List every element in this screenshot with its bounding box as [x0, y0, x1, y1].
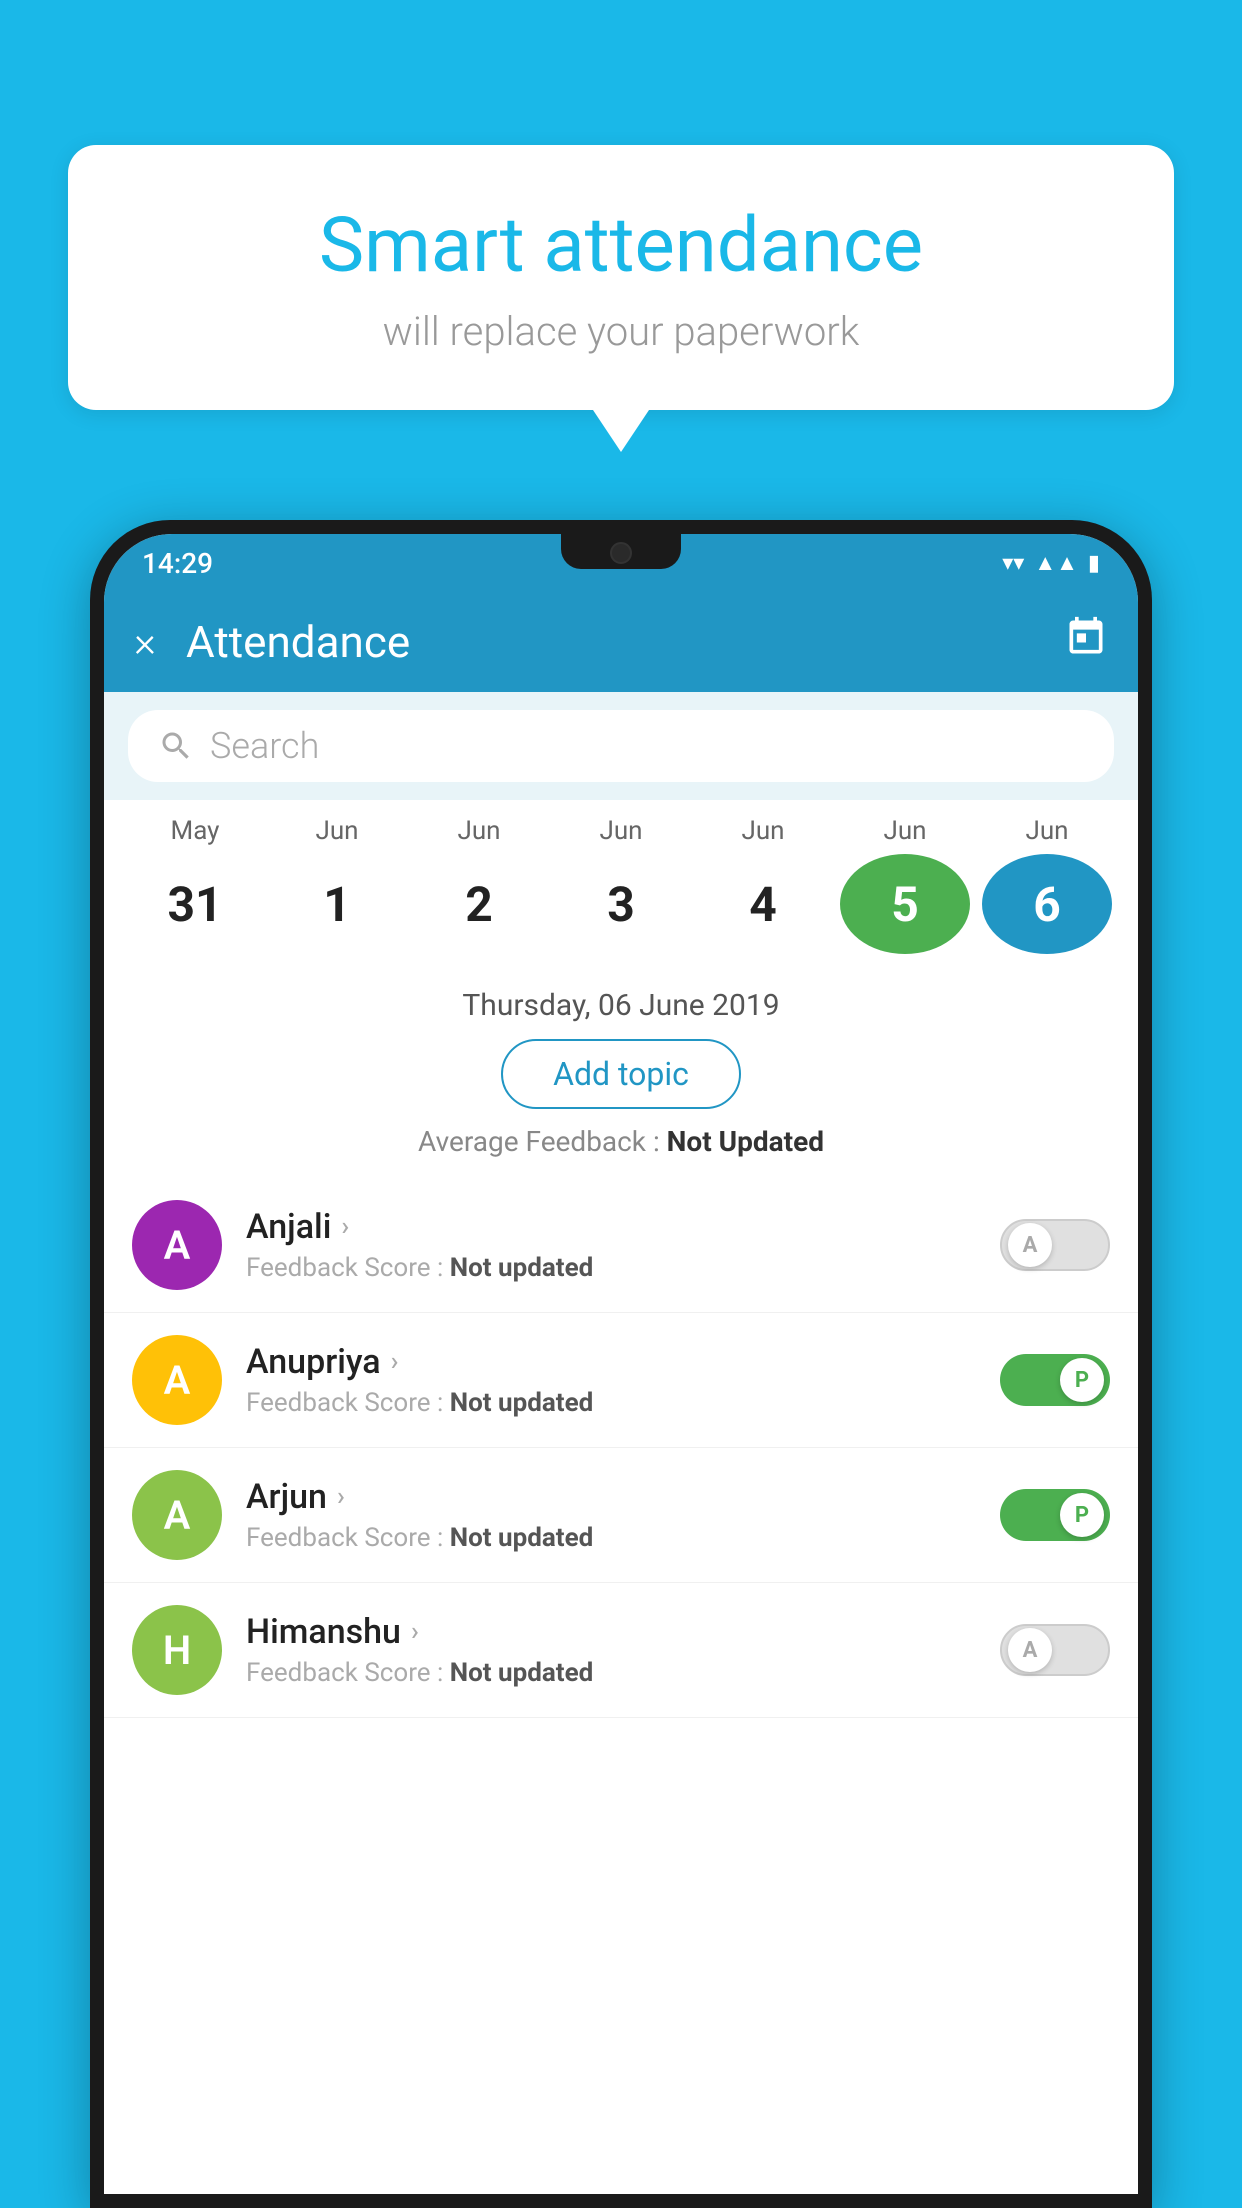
- calendar-icon[interactable]: [1064, 615, 1108, 669]
- avatar-anjali: A: [132, 1200, 222, 1290]
- attendance-toggle-anjali[interactable]: A: [1000, 1219, 1110, 1271]
- app-bar: × Attendance: [104, 592, 1138, 692]
- feedback-value: Not updated: [450, 1388, 594, 1418]
- student-item-arjun[interactable]: A Arjun › Feedback Score : Not updated P: [104, 1448, 1138, 1583]
- search-bar[interactable]: Search: [128, 710, 1114, 782]
- student-name-anjali: Anjali ›: [246, 1207, 1000, 1247]
- attendance-toggle-arjun[interactable]: P: [1000, 1489, 1110, 1541]
- student-list: A Anjali › Feedback Score : Not updated …: [104, 1178, 1138, 2194]
- chevron-icon: ›: [411, 1617, 419, 1647]
- date-5-today[interactable]: 5: [840, 854, 970, 954]
- avg-feedback-label: Average Feedback :: [418, 1125, 667, 1158]
- student-info-himanshu: Himanshu › Feedback Score : Not updated: [246, 1612, 1000, 1688]
- attendance-toggle-himanshu[interactable]: A: [1000, 1624, 1110, 1676]
- student-name-arjun: Arjun ›: [246, 1477, 1000, 1517]
- student-name-himanshu: Himanshu ›: [246, 1612, 1000, 1652]
- search-container: Search: [104, 692, 1138, 800]
- phone-camera: [610, 542, 632, 564]
- avatar-anupriya: A: [132, 1335, 222, 1425]
- bubble-title: Smart attendance: [128, 200, 1114, 290]
- toggle-knob-anupriya: P: [1060, 1358, 1104, 1402]
- feedback-value: Not updated: [450, 1253, 594, 1283]
- search-placeholder: Search: [210, 725, 319, 767]
- toggle-anupriya[interactable]: P: [1000, 1354, 1110, 1406]
- avatar-arjun: A: [132, 1470, 222, 1560]
- status-icons: ▾▾ ▲▲ ▮: [1002, 550, 1100, 576]
- feedback-score-anjali: Feedback Score : Not updated: [246, 1253, 1000, 1283]
- date-6-selected[interactable]: 6: [982, 854, 1112, 954]
- date-1[interactable]: 1: [272, 854, 402, 954]
- month-3: Jun: [556, 816, 686, 846]
- month-0: May: [130, 816, 260, 846]
- month-4: Jun: [698, 816, 828, 846]
- month-2: Jun: [414, 816, 544, 846]
- student-item-anjali[interactable]: A Anjali › Feedback Score : Not updated …: [104, 1178, 1138, 1313]
- feedback-score-arjun: Feedback Score : Not updated: [246, 1523, 1000, 1553]
- avg-feedback: Average Feedback : Not Updated: [104, 1125, 1138, 1168]
- student-item-himanshu[interactable]: H Himanshu › Feedback Score : Not update…: [104, 1583, 1138, 1718]
- chevron-icon: ›: [341, 1212, 349, 1242]
- search-icon: [158, 728, 194, 764]
- student-info-anjali: Anjali › Feedback Score : Not updated: [246, 1207, 1000, 1283]
- calendar-dates: 31 1 2 3 4 5 6: [124, 854, 1118, 954]
- chevron-icon: ›: [337, 1482, 345, 1512]
- feedback-score-anupriya: Feedback Score : Not updated: [246, 1388, 1000, 1418]
- toggle-knob-anjali: A: [1008, 1223, 1052, 1267]
- student-item-anupriya[interactable]: A Anupriya › Feedback Score : Not update…: [104, 1313, 1138, 1448]
- date-3[interactable]: 3: [556, 854, 686, 954]
- feedback-value: Not updated: [450, 1658, 594, 1688]
- toggle-knob-arjun: P: [1060, 1493, 1104, 1537]
- student-name-anupriya: Anupriya ›: [246, 1342, 1000, 1382]
- status-time: 14:29: [142, 547, 213, 580]
- speech-bubble: Smart attendance will replace your paper…: [68, 145, 1174, 410]
- wifi-icon: ▾▾: [1002, 551, 1024, 576]
- avatar-himanshu: H: [132, 1605, 222, 1695]
- month-6: Jun: [982, 816, 1112, 846]
- bubble-subtitle: will replace your paperwork: [128, 308, 1114, 355]
- feedback-score-himanshu: Feedback Score : Not updated: [246, 1658, 1000, 1688]
- add-topic-button[interactable]: Add topic: [501, 1039, 741, 1109]
- date-31[interactable]: 31: [130, 854, 260, 954]
- toggle-himanshu[interactable]: A: [1000, 1624, 1110, 1676]
- feedback-value: Not updated: [450, 1523, 594, 1553]
- date-4[interactable]: 4: [698, 854, 828, 954]
- toggle-arjun[interactable]: P: [1000, 1489, 1110, 1541]
- student-info-anupriya: Anupriya › Feedback Score : Not updated: [246, 1342, 1000, 1418]
- calendar-strip: May Jun Jun Jun Jun Jun Jun 31 1 2 3 4 5…: [104, 800, 1138, 970]
- toggle-anjali[interactable]: A: [1000, 1219, 1110, 1271]
- signal-icon: ▲▲: [1034, 550, 1078, 576]
- phone-screen: 14:29 ▾▾ ▲▲ ▮ × Attendance Sear: [104, 534, 1138, 2194]
- battery-icon: ▮: [1088, 551, 1100, 576]
- month-5: Jun: [840, 816, 970, 846]
- toggle-knob-himanshu: A: [1008, 1628, 1052, 1672]
- date-2[interactable]: 2: [414, 854, 544, 954]
- month-1: Jun: [272, 816, 402, 846]
- phone-frame: 14:29 ▾▾ ▲▲ ▮ × Attendance Sear: [90, 520, 1152, 2208]
- app-bar-title: Attendance: [186, 616, 1064, 668]
- close-button[interactable]: ×: [134, 618, 156, 667]
- student-info-arjun: Arjun › Feedback Score : Not updated: [246, 1477, 1000, 1553]
- date-info: Thursday, 06 June 2019 Add topic Average…: [104, 970, 1138, 1178]
- calendar-months: May Jun Jun Jun Jun Jun Jun: [124, 816, 1118, 846]
- speech-bubble-container: Smart attendance will replace your paper…: [68, 145, 1174, 410]
- chevron-icon: ›: [391, 1347, 399, 1377]
- avg-feedback-value: Not Updated: [667, 1125, 824, 1158]
- date-display: Thursday, 06 June 2019: [104, 988, 1138, 1023]
- attendance-toggle-anupriya[interactable]: P: [1000, 1354, 1110, 1406]
